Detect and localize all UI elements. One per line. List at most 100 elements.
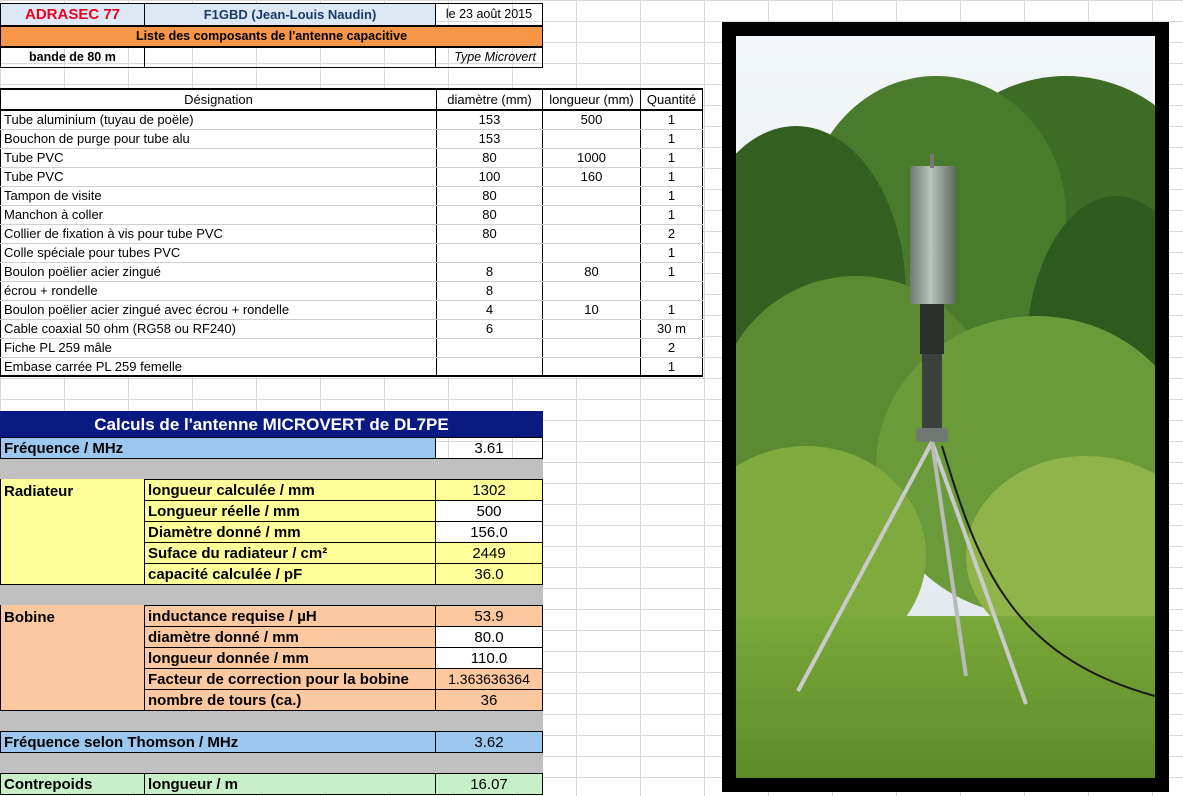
cell-diametre[interactable]: 8 (436, 281, 543, 301)
cell-longueur[interactable]: 500 (542, 110, 641, 130)
type-cell[interactable]: Type Microvert (435, 47, 543, 68)
cell-designation[interactable]: Tube PVC (0, 167, 437, 187)
cell-designation[interactable]: Bouchon de purge pour tube alu (0, 129, 437, 149)
cell-longueur[interactable]: 10 (542, 300, 641, 320)
bobine-row-label[interactable]: longueur donnée / mm (144, 647, 436, 669)
cell-designation[interactable]: Boulon poëlier acier zingué (0, 262, 437, 282)
contrepoids-label[interactable]: Contrepoids (0, 773, 145, 795)
cell-designation[interactable]: Manchon à coller (0, 205, 437, 225)
cell-designation[interactable]: Embase carrée PL 259 femelle (0, 357, 437, 377)
thomson-label[interactable]: Fréquence selon Thomson / MHz (0, 731, 436, 753)
contrepoids-sub-label[interactable]: longueur / m (144, 773, 436, 795)
radiateur-row-label[interactable]: capacité calculée / pF (144, 563, 436, 585)
cell-diametre[interactable]: 80 (436, 224, 543, 244)
cell-longueur[interactable] (542, 205, 641, 225)
col-quantite[interactable]: Quantité (640, 88, 703, 111)
band-empty-cell[interactable] (144, 47, 436, 68)
cell-quantite[interactable]: 1 (640, 205, 703, 225)
cell-diametre[interactable]: 153 (436, 129, 543, 149)
bobine-row-value[interactable]: 80.0 (435, 626, 543, 648)
cell-quantite[interactable]: 1 (640, 148, 703, 168)
cell-longueur[interactable]: 1000 (542, 148, 641, 168)
cell-longueur[interactable]: 160 (542, 167, 641, 187)
cell-quantite[interactable]: 1 (640, 129, 703, 149)
cell-diametre[interactable] (436, 243, 543, 263)
radiateur-row-value[interactable]: 1302 (435, 479, 543, 501)
cell-diametre[interactable]: 153 (436, 110, 543, 130)
radiateur-row-label[interactable]: longueur calculée / mm (144, 479, 436, 501)
cell-longueur[interactable] (542, 186, 641, 206)
contrepoids-value[interactable]: 16.07 (435, 773, 543, 795)
cell-longueur[interactable] (542, 357, 641, 377)
radiateur-row-value[interactable]: 500 (435, 500, 543, 522)
antenna-photo-frame[interactable] (722, 22, 1169, 792)
cell-diametre[interactable] (436, 357, 543, 377)
cell-quantite[interactable]: 2 (640, 338, 703, 358)
cell-longueur[interactable]: 80 (542, 262, 641, 282)
cell-quantite[interactable] (640, 281, 703, 301)
bobine-row-value[interactable]: 1.363636364 (435, 668, 543, 690)
cell-longueur[interactable] (542, 281, 641, 301)
cell-designation[interactable]: Boulon poëlier acier zingué avec écrou +… (0, 300, 437, 320)
date-cell[interactable]: le 23 août 2015 (435, 3, 543, 26)
cell-quantite[interactable]: 1 (640, 300, 703, 320)
cell-diametre[interactable]: 8 (436, 262, 543, 282)
cell-designation[interactable]: Cable coaxial 50 ohm (RG58 ou RF240) (0, 319, 437, 339)
cell-quantite[interactable]: 1 (640, 357, 703, 377)
radiateur-row-value[interactable]: 2449 (435, 542, 543, 564)
cell-designation[interactable]: Tube PVC (0, 148, 437, 168)
cell-longueur[interactable] (542, 338, 641, 358)
radiateur-row-value[interactable]: 36.0 (435, 563, 543, 585)
band-cell[interactable]: bande de 80 m (0, 47, 145, 68)
bobine-row-label[interactable]: Facteur de correction pour la bobine (144, 668, 436, 690)
cell-designation[interactable]: Tampon de visite (0, 186, 437, 206)
frequence-value[interactable]: 3.61 (435, 437, 543, 459)
separator-3 (0, 711, 543, 731)
cell-longueur[interactable] (542, 129, 641, 149)
cell-longueur[interactable] (542, 243, 641, 263)
cell-longueur[interactable] (542, 319, 641, 339)
cell-designation[interactable]: écrou + rondelle (0, 281, 437, 301)
cell-quantite[interactable]: 1 (640, 243, 703, 263)
cell-longueur[interactable] (542, 224, 641, 244)
bobine-row-value[interactable]: 36 (435, 689, 543, 711)
col-designation[interactable]: Désignation (0, 88, 437, 111)
cell-diametre[interactable]: 6 (436, 319, 543, 339)
col-longueur[interactable]: longueur (mm) (542, 88, 641, 111)
bobine-row-value[interactable]: 53.9 (435, 605, 543, 627)
author-cell[interactable]: F1GBD (Jean-Louis Naudin) (144, 3, 436, 26)
cell-diametre[interactable]: 80 (436, 148, 543, 168)
bobine-label[interactable]: Bobine (0, 605, 145, 711)
cell-quantite[interactable]: 1 (640, 167, 703, 187)
radiateur-row-label[interactable]: Longueur réelle / mm (144, 500, 436, 522)
bobine-row-value[interactable]: 110.0 (435, 647, 543, 669)
cell-diametre[interactable]: 4 (436, 300, 543, 320)
cell-designation[interactable]: Tube aluminium (tuyau de poële) (0, 110, 437, 130)
bobine-row-label[interactable]: diamètre donné / mm (144, 626, 436, 648)
bobine-row-label[interactable]: nombre de tours (ca.) (144, 689, 436, 711)
org-title[interactable]: ADRASEC 77 (0, 3, 145, 26)
col-diametre[interactable]: diamètre (mm) (436, 88, 543, 111)
cell-quantite[interactable]: 30 m (640, 319, 703, 339)
thomson-value[interactable]: 3.62 (435, 731, 543, 753)
radiateur-row-value[interactable]: 156.0 (435, 521, 543, 543)
cell-designation[interactable]: Collier de fixation à vis pour tube PVC (0, 224, 437, 244)
cell-quantite[interactable]: 1 (640, 110, 703, 130)
frequence-label[interactable]: Fréquence / MHz (0, 437, 436, 459)
cell-quantite[interactable]: 1 (640, 186, 703, 206)
calc-title[interactable]: Calculs de l'antenne MICROVERT de DL7PE (0, 411, 543, 438)
cell-diametre[interactable] (436, 338, 543, 358)
cell-quantite[interactable]: 1 (640, 262, 703, 282)
radiateur-label[interactable]: Radiateur (0, 479, 145, 585)
cell-quantite[interactable]: 2 (640, 224, 703, 244)
cell-designation[interactable]: Colle spéciale pour tubes PVC (0, 243, 437, 263)
cell-diametre[interactable]: 100 (436, 167, 543, 187)
bobine-row-label[interactable]: inductance requise / µH (144, 605, 436, 627)
radiateur-row-label[interactable]: Diamètre donné / mm (144, 521, 436, 543)
separator-1 (0, 459, 543, 479)
cell-diametre[interactable]: 80 (436, 186, 543, 206)
radiateur-row-label[interactable]: Suface du radiateur / cm² (144, 542, 436, 564)
cell-diametre[interactable]: 80 (436, 205, 543, 225)
cell-designation[interactable]: Fiche PL 259 mâle (0, 338, 437, 358)
list-title-bar[interactable]: Liste des composants de l'antenne capaci… (0, 26, 543, 47)
